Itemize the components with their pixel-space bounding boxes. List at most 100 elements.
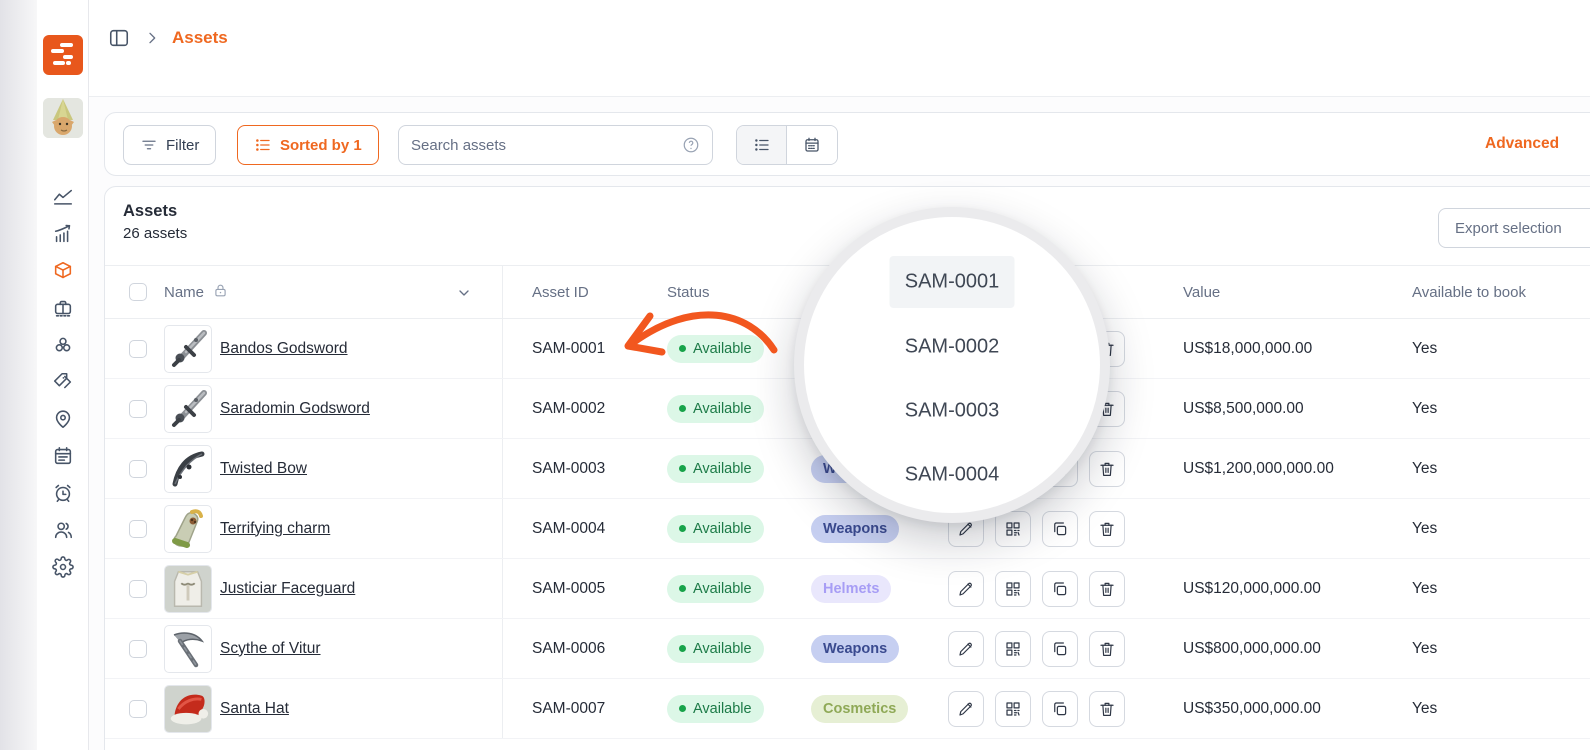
category-badge: Cosmetics xyxy=(811,694,909,723)
asset-id: SAM-0003 xyxy=(532,459,606,477)
reminders-icon xyxy=(54,484,71,503)
row-checkbox[interactable] xyxy=(129,399,147,418)
chevron-down-icon[interactable] xyxy=(456,285,472,305)
sidebar-item-kits[interactable] xyxy=(51,297,75,319)
qr-code-button[interactable] xyxy=(995,570,1031,607)
asset-value: US$8,500,000.00 xyxy=(1183,399,1304,417)
advanced-link[interactable]: Advanced xyxy=(1485,135,1559,153)
available-to-book: Yes xyxy=(1412,519,1438,537)
asset-name-link[interactable]: Terrifying charm xyxy=(220,520,330,538)
status-badge: Available xyxy=(667,694,764,723)
sidebar-nav xyxy=(51,186,75,578)
asset-name-link[interactable]: Scythe of Vitur xyxy=(220,640,321,658)
edit-button[interactable] xyxy=(948,570,984,607)
duplicate-button[interactable] xyxy=(1042,570,1078,607)
view-switcher xyxy=(736,125,838,165)
column-header-status: Status xyxy=(667,283,710,301)
status-dot-icon xyxy=(679,585,686,592)
magnifier-asset-id: SAM-0001 xyxy=(904,270,1000,293)
sidebar xyxy=(37,0,89,750)
status-badge: Available xyxy=(667,454,764,483)
asset-name-link[interactable]: Justiciar Faceguard xyxy=(220,580,355,598)
row-checkbox[interactable] xyxy=(129,459,147,478)
asset-thumbnail xyxy=(164,624,212,673)
app-logo[interactable] xyxy=(42,35,83,75)
asset-id: SAM-0006 xyxy=(532,639,606,657)
asset-thumbnail xyxy=(164,564,212,613)
status-badge: Available xyxy=(667,514,764,543)
sort-list-icon xyxy=(256,139,270,151)
available-to-book: Yes xyxy=(1412,459,1438,477)
lock-icon xyxy=(212,282,229,303)
qr-code-button[interactable] xyxy=(995,690,1031,727)
sidebar-item-team[interactable] xyxy=(51,519,75,541)
duplicate-button[interactable] xyxy=(1042,510,1078,547)
status-dot-icon xyxy=(679,345,686,352)
delete-button[interactable] xyxy=(1089,690,1125,727)
delete-button[interactable] xyxy=(1089,510,1125,547)
delete-button[interactable] xyxy=(1089,450,1125,487)
table-row: Terrifying charm SAM-0004 Available Weap… xyxy=(105,499,1590,559)
search-input[interactable] xyxy=(411,136,682,154)
asset-id: SAM-0007 xyxy=(532,699,606,717)
export-selection-button[interactable]: Export selection xyxy=(1438,208,1590,248)
sidebar-item-analytics[interactable] xyxy=(51,223,75,245)
sidebar-item-dashboard[interactable] xyxy=(51,186,75,208)
filter-button-label: Filter xyxy=(166,136,200,154)
duplicate-button[interactable] xyxy=(1042,690,1078,727)
row-checkbox[interactable] xyxy=(129,339,147,358)
delete-button[interactable] xyxy=(1089,630,1125,667)
locations-icon xyxy=(55,410,70,429)
sort-button[interactable]: Sorted by 1 xyxy=(237,125,379,165)
status-dot-icon xyxy=(679,645,686,652)
asset-name-link[interactable]: Santa Hat xyxy=(220,700,289,718)
magnifier-asset-id: SAM-0003 xyxy=(904,399,1000,422)
list-view-button[interactable] xyxy=(737,126,787,164)
tags-icon xyxy=(53,372,71,389)
qr-code-button[interactable] xyxy=(995,630,1031,667)
asset-name-link[interactable]: Bandos Godsword xyxy=(220,340,348,358)
sidebar-item-locations[interactable] xyxy=(51,408,75,430)
status-badge: Available xyxy=(667,574,764,603)
qr-code-button[interactable] xyxy=(995,510,1031,547)
asset-value: US$120,000,000.00 xyxy=(1183,579,1321,597)
sidebar-item-reminders[interactable] xyxy=(51,482,75,504)
magnifier-overlay: SAM-0001 SAM-0002 SAM-0003 SAM-0004 xyxy=(794,207,1110,523)
sidebar-item-bookings[interactable] xyxy=(51,445,75,467)
column-header-value: Value xyxy=(1183,283,1221,301)
help-icon[interactable] xyxy=(682,136,700,154)
user-avatar[interactable] xyxy=(42,98,83,138)
edit-button[interactable] xyxy=(948,630,984,667)
sidebar-item-tags[interactable] xyxy=(51,371,75,393)
status-dot-icon xyxy=(679,525,686,532)
asset-name-link[interactable]: Twisted Bow xyxy=(220,460,307,478)
calendar-icon xyxy=(805,137,819,152)
asset-value: US$18,000,000.00 xyxy=(1183,339,1313,357)
sidebar-item-settings[interactable] xyxy=(51,556,75,578)
table-row: Justiciar Faceguard SAM-0005 Available H… xyxy=(105,559,1590,619)
assets-icon xyxy=(54,261,71,279)
bookings-icon xyxy=(54,446,71,465)
search-box xyxy=(398,125,713,165)
sidebar-item-assets[interactable] xyxy=(51,260,75,282)
duplicate-button[interactable] xyxy=(1042,630,1078,667)
breadcrumb[interactable]: Assets xyxy=(172,28,228,48)
calendar-view-button[interactable] xyxy=(787,126,837,164)
column-header-name: Name xyxy=(164,283,205,301)
status-dot-icon xyxy=(679,705,686,712)
row-checkbox[interactable] xyxy=(129,699,147,718)
edit-button[interactable] xyxy=(948,690,984,727)
asset-value: US$800,000,000.00 xyxy=(1183,639,1321,657)
row-checkbox[interactable] xyxy=(129,639,147,658)
asset-id: SAM-0005 xyxy=(532,579,606,597)
select-all-checkbox[interactable] xyxy=(129,283,147,301)
sidebar-item-categories[interactable] xyxy=(51,334,75,356)
filter-lines-icon xyxy=(142,140,156,150)
available-to-book: Yes xyxy=(1412,699,1438,717)
delete-button[interactable] xyxy=(1089,570,1125,607)
filter-button[interactable]: Filter xyxy=(123,125,217,165)
sidebar-toggle-icon[interactable] xyxy=(108,27,130,49)
asset-name-link[interactable]: Saradomin Godsword xyxy=(220,400,370,418)
row-checkbox[interactable] xyxy=(129,519,147,538)
row-checkbox[interactable] xyxy=(129,579,147,598)
